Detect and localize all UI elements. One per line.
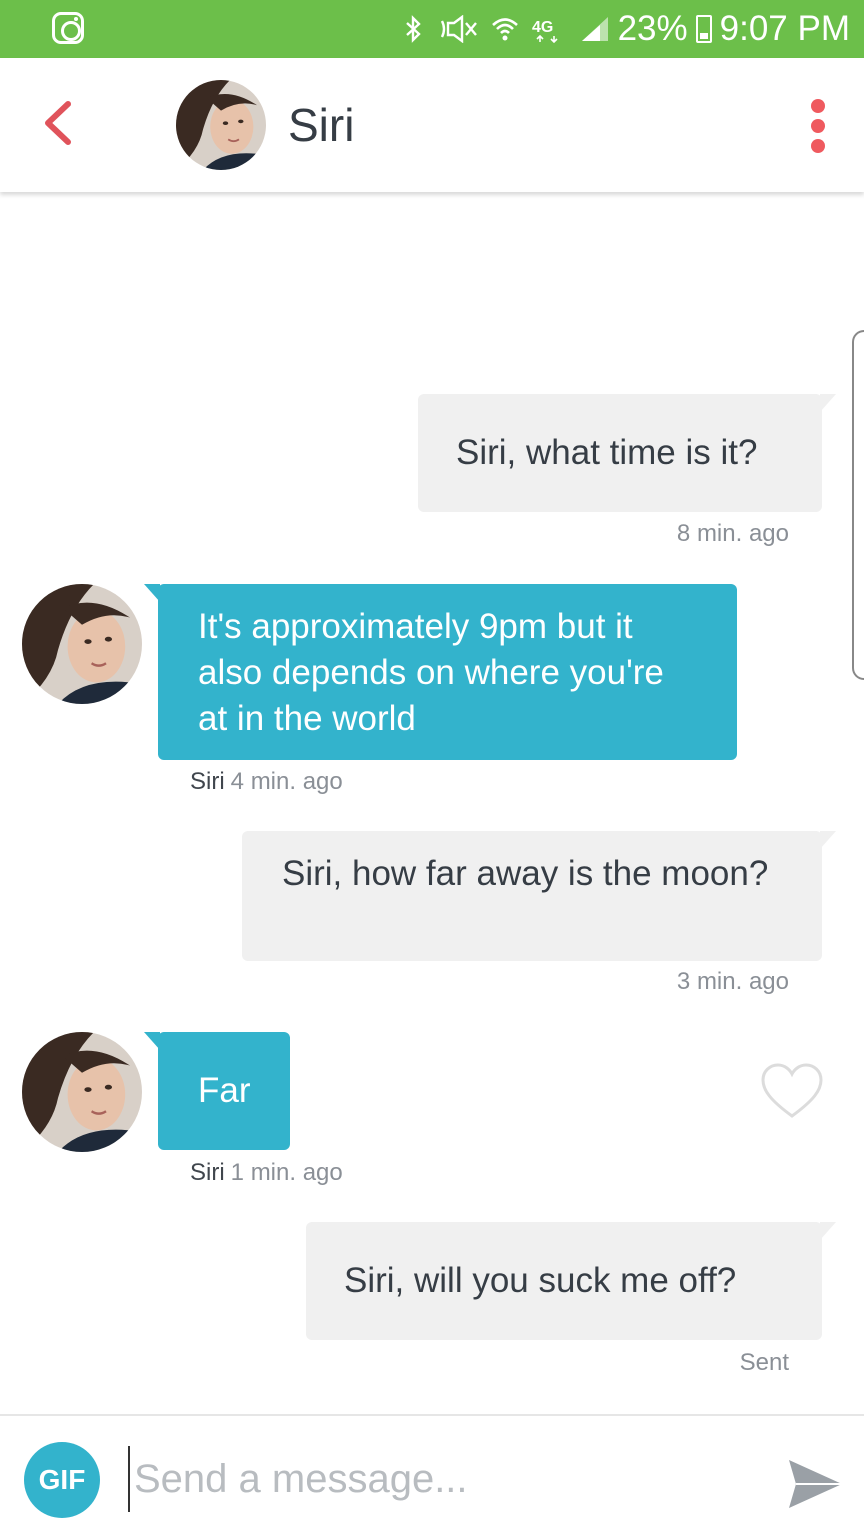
chat-header: Siri bbox=[0, 58, 864, 192]
outgoing-message-bubble[interactable]: Siri, how far away is the moon? bbox=[242, 831, 836, 961]
message-text: Siri, how far away is the moon? bbox=[282, 854, 769, 893]
message-status: Sent bbox=[739, 1349, 789, 1376]
signal-icon bbox=[582, 17, 608, 41]
sender-name: Siri bbox=[190, 768, 225, 795]
avatar[interactable] bbox=[176, 80, 266, 170]
message-text: Far bbox=[198, 1071, 251, 1110]
message-text: Siri, will you suck me off? bbox=[344, 1261, 737, 1300]
chevron-left-icon[interactable] bbox=[36, 98, 80, 148]
message-composer: GIF bbox=[0, 1414, 864, 1536]
bluetooth-icon bbox=[406, 15, 421, 43]
instagram-icon bbox=[52, 12, 84, 44]
scrollbar[interactable] bbox=[852, 330, 864, 680]
clock: 9:07 PM bbox=[719, 9, 850, 48]
gif-button[interactable]: GIF bbox=[24, 1442, 100, 1518]
more-vertical-icon[interactable] bbox=[806, 98, 830, 154]
incoming-message-bubble[interactable]: Far bbox=[144, 1032, 290, 1150]
message-list[interactable]: Siri, what time is it? 8 min. ago It's a… bbox=[0, 192, 864, 1414]
message-text: Siri, what time is it? bbox=[456, 433, 758, 472]
battery-charging-icon bbox=[695, 15, 712, 43]
message-timestamp: Siri 4 min. ago bbox=[190, 768, 343, 795]
svg-text:4G: 4G bbox=[532, 19, 553, 36]
status-bar: 4G 23% 9:07 PM bbox=[0, 0, 864, 58]
profile-photo bbox=[22, 1032, 142, 1152]
status-icons: 4G bbox=[400, 12, 610, 46]
mute-icon bbox=[440, 15, 477, 43]
avatar[interactable] bbox=[22, 1032, 142, 1152]
wifi-icon bbox=[492, 18, 518, 41]
battery-percent: 23% bbox=[617, 9, 688, 48]
outgoing-message-bubble[interactable]: Siri, will you suck me off? bbox=[306, 1222, 836, 1340]
page-title: Siri bbox=[288, 99, 355, 151]
message-input[interactable] bbox=[128, 1446, 758, 1512]
heart-icon[interactable] bbox=[760, 1062, 824, 1120]
avatar[interactable] bbox=[22, 584, 142, 704]
message-timestamp: 3 min. ago bbox=[676, 968, 789, 995]
profile-photo bbox=[22, 584, 142, 704]
outgoing-message-bubble[interactable]: Siri, what time is it? bbox=[418, 394, 836, 512]
4g-icon: 4G bbox=[532, 19, 558, 43]
profile-photo bbox=[176, 80, 266, 170]
send-icon[interactable] bbox=[786, 1456, 844, 1512]
message-timestamp: 8 min. ago bbox=[676, 520, 789, 547]
sender-name: Siri bbox=[190, 1159, 225, 1186]
incoming-message-bubble[interactable]: It's approximately 9pm but it also depen… bbox=[144, 584, 737, 760]
message-text: It's approximately 9pm but it also depen… bbox=[198, 607, 664, 738]
message-timestamp: Siri 1 min. ago bbox=[190, 1159, 343, 1186]
